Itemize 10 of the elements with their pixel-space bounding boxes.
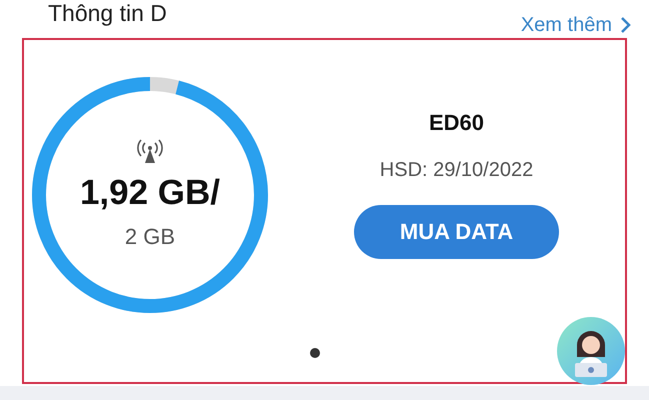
used-data: 1,92 GB/ (80, 172, 220, 214)
section-title: Thông tin D (48, 2, 167, 25)
total-data: 2 GB (124, 223, 176, 252)
buy-data-button[interactable]: MUA DATA (354, 204, 559, 258)
package-name: ED60 (428, 108, 484, 136)
see-more-link[interactable]: Xem thêm (520, 10, 631, 40)
chevron-icon (620, 16, 631, 34)
expiry-date: HSD: 29/10/2022 (380, 158, 534, 182)
support-avatar[interactable] (555, 315, 627, 387)
antenna-icon (136, 136, 164, 165)
